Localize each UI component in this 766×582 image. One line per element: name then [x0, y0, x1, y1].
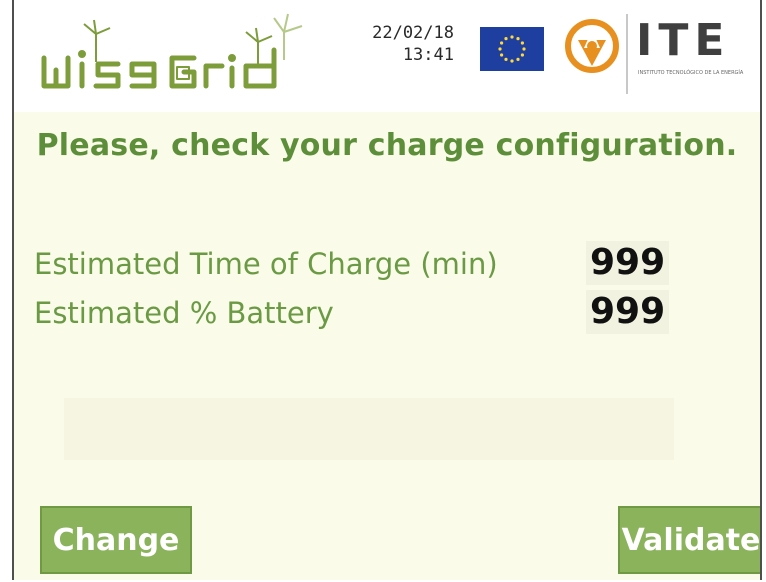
estimated-time-label: Estimated Time of Charge (min) [34, 247, 498, 281]
estimated-time-row: Estimated Time of Charge (min) 999 [34, 241, 734, 287]
wisegrid-logo [41, 13, 303, 89]
page-title: Please, check your charge configuration. [36, 128, 738, 163]
time-label: 13:41 [402, 45, 454, 65]
ite-logo-text: ITE [636, 15, 731, 66]
estimated-time-value: 999 [586, 241, 670, 285]
change-button[interactable]: Change [40, 506, 192, 574]
estimated-battery-row: Estimated % Battery 999 [34, 290, 734, 336]
date-label: 22/02/18 [372, 23, 454, 43]
empty-panel [64, 398, 674, 460]
header-bar: 22/02/18 13:41 ITE INSTITUTO TECNOLÓGICO… [14, 0, 760, 112]
eu-flag-icon [480, 27, 544, 71]
ite-logo-subtitle: INSTITUTO TECNOLÓGICO DE LA ENERGÍA [638, 70, 744, 76]
datetime-display: 22/02/18 13:41 [329, 22, 454, 66]
wind-turbine-icon [83, 19, 111, 62]
validate-button[interactable]: Validate [618, 506, 760, 574]
charger-screen: 22/02/18 13:41 ITE INSTITUTO TECNOLÓGICO… [12, 0, 762, 580]
estimated-battery-value: 999 [586, 290, 670, 334]
wind-turbine-icon [273, 13, 303, 60]
estimated-battery-label: Estimated % Battery [34, 296, 334, 330]
ite-logo-icon [565, 19, 619, 73]
logo-divider [626, 14, 628, 94]
wind-turbine-icon [245, 27, 273, 67]
